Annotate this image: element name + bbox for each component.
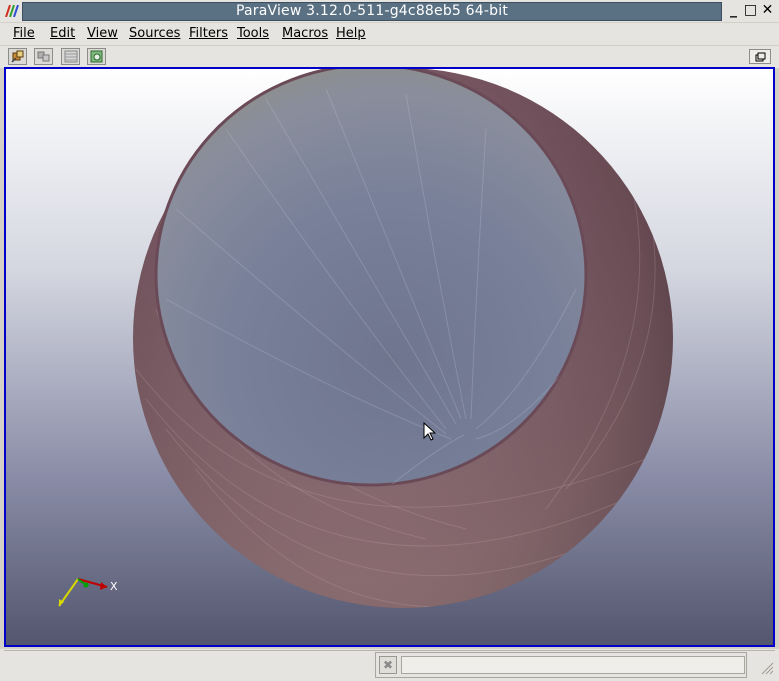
capture-screenshot-icon (90, 50, 103, 63)
menu-label: Sources (129, 26, 181, 41)
menu-edit[interactable]: Edit (50, 26, 75, 41)
menu-label: Help (336, 26, 366, 41)
maximize-button[interactable]: □ (743, 3, 758, 18)
menu-label: Edit (50, 26, 76, 41)
table-view-icon (64, 50, 78, 63)
progress-bar (401, 656, 745, 674)
menu-label: Macros (282, 26, 329, 41)
title-bar[interactable]: ParaView 3.12.0-511-g4c88eb5 64-bit _ □ … (0, 0, 779, 22)
close-button[interactable]: ✕ (760, 3, 775, 18)
window-title: ParaView 3.12.0-511-g4c88eb5 64-bit (22, 2, 722, 21)
split-view-icon (11, 50, 24, 63)
minimize-button[interactable]: _ (726, 3, 741, 18)
menu-tools[interactable]: Tools (237, 26, 269, 41)
orientation-axes: X (58, 578, 118, 607)
multi-view-icon (37, 51, 50, 62)
split-view-button[interactable] (8, 48, 27, 65)
menu-sources[interactable]: Sources (129, 26, 180, 41)
resize-grip-icon[interactable] (758, 659, 774, 675)
status-divider (4, 650, 775, 651)
multi-view-button[interactable] (34, 48, 53, 65)
render-canvas[interactable]: X (6, 69, 773, 645)
menu-macros[interactable]: Macros (282, 26, 328, 41)
status-bar: ✖ (0, 649, 779, 681)
sphere-surface-lic (133, 69, 673, 608)
table-view-button[interactable] (61, 48, 80, 65)
paraview-logo-icon (5, 5, 19, 17)
render-view[interactable]: X (4, 67, 775, 647)
menu-filters[interactable]: Filters (189, 26, 228, 41)
restore-window-button[interactable] (749, 49, 771, 64)
menu-bar: File Edit View Sources Filters Tools Mac… (0, 23, 779, 45)
capture-screenshot-button[interactable] (87, 48, 106, 65)
x-axis-label: X (110, 580, 118, 593)
restore-window-icon (755, 52, 766, 62)
menu-label: Tools (237, 26, 270, 41)
menu-label: File (13, 26, 35, 41)
menu-label: Filters (189, 26, 228, 41)
menu-view[interactable]: View (87, 26, 118, 41)
abort-button[interactable]: ✖ (379, 656, 397, 674)
view-toolbar (0, 46, 779, 68)
menu-help[interactable]: Help (336, 26, 366, 41)
progress-area: ✖ (375, 652, 747, 678)
menu-file[interactable]: File (13, 26, 35, 41)
menu-label: View (87, 26, 118, 41)
